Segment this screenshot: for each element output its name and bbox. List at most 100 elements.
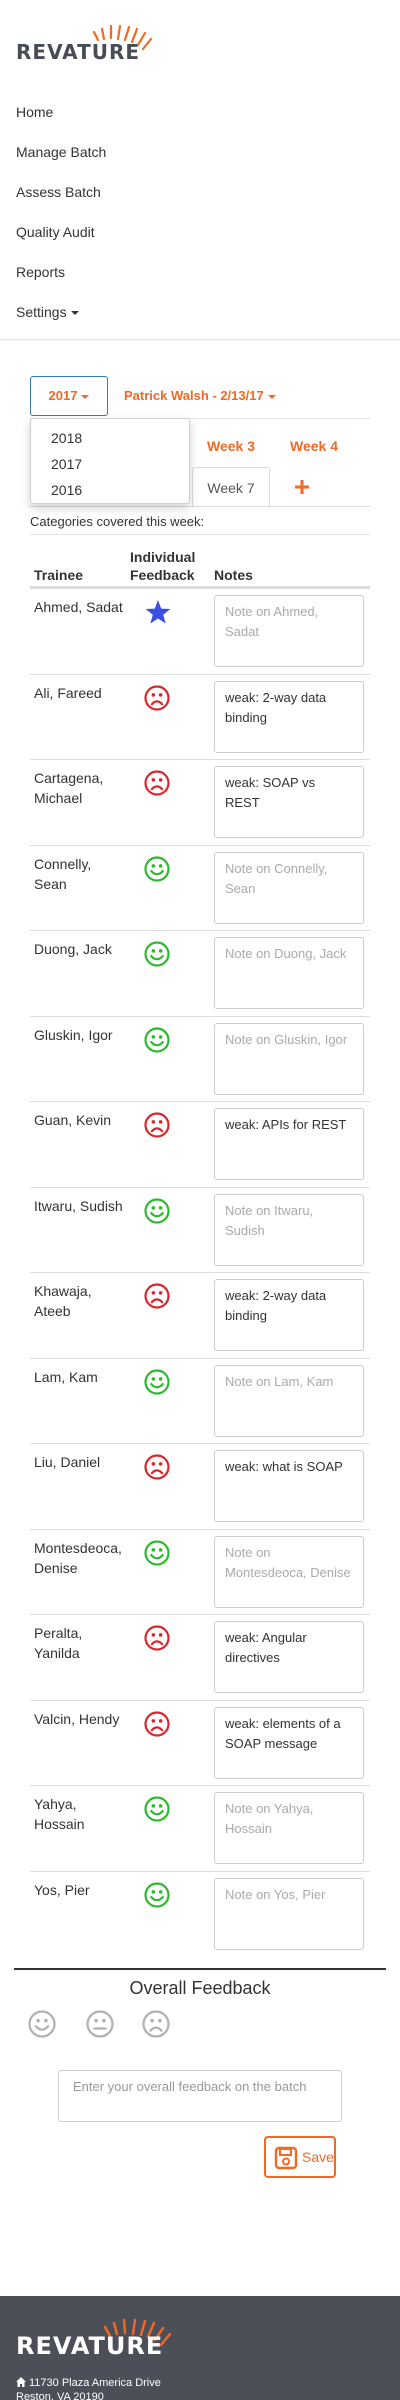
sad-face-icon[interactable] [144,1710,172,1739]
nav-label: Assess Batch [16,184,101,200]
trainee-note-input[interactable] [214,937,364,1009]
tabs-underline [30,506,370,507]
address-line-1: 11730 Plaza America Drive [29,2377,161,2389]
trainee-name: Ali, Fareed [34,684,102,701]
trainee-note-input[interactable]: weak: 2-way data binding [214,1279,364,1351]
trainee-name: Guan, Kevin [34,1112,112,1128]
overall-feedback-title: Overall Feedback [129,1978,271,1998]
trainee-name: Itwaru, Sudish [34,1197,123,1214]
trainee-note-input[interactable] [214,1877,364,1950]
nav-item-quality-audit[interactable]: Quality Audit [16,212,106,252]
smiley-face-icon[interactable] [144,1197,172,1226]
trainee-note-input[interactable] [214,1364,364,1437]
table-row: Cartagena, Michael weak: SOAP vs REST [30,759,370,845]
table-row: Lam, Kam [30,1357,370,1444]
nav-item-home[interactable]: Home [16,92,106,132]
year-option-2018[interactable]: 2018 [31,425,189,451]
batch-value: Patrick Walsh - 2/13/17 [124,388,264,403]
brand-logo[interactable]: REVATURE [16,18,156,64]
tab-week-3[interactable]: Week 3 [207,426,255,466]
smiley-face-icon[interactable] [28,2010,58,2040]
batch-dropdown-button[interactable]: Patrick Walsh - 2/13/17 [124,376,276,416]
trainee-note-input[interactable] [214,1193,364,1266]
year-option-2017[interactable]: 2017 [31,451,189,477]
smiley-face-icon[interactable] [144,1881,172,1910]
navbar: REVATURE Home Manage Batch Assess Batch … [0,0,400,340]
trainee-name: Yos, Pier [34,1881,90,1898]
caret-down-icon [70,311,79,316]
sad-face-icon[interactable] [144,1283,172,1311]
trainee-name: Cartagena, Michael [34,770,104,806]
year-option-2016[interactable]: 2016 [31,477,189,503]
footer: REVATURE 11730 Plaza America Drive Resto… [0,2296,400,2400]
save-button[interactable]: Save [264,2136,336,2178]
sad-face-icon[interactable] [142,2010,172,2040]
smiley-face-icon[interactable] [144,1368,172,1397]
trainee-note-input[interactable] [214,1022,364,1095]
smiley-face-icon[interactable] [144,1026,172,1055]
table-row: Guan, Kevin weak: APIs for REST [30,1101,370,1187]
nav-label: Manage Batch [16,144,107,160]
nav-label: Reports [16,264,66,280]
trainee-note-input[interactable] [214,595,364,667]
main-nav: Home Manage Batch Assess Batch Quality A… [16,92,106,332]
trainee-note-input[interactable]: weak: elements of a SOAP message [214,1706,364,1779]
trainee-name: Connelly, Sean [34,855,92,892]
table-row: Yos, Pier [30,1870,370,1957]
nav-item-manage-batch[interactable]: Manage Batch [16,132,106,172]
table-row: Ahmed, Sadat [30,588,370,674]
nav-item-assess-batch[interactable]: Assess Batch [16,172,106,212]
trainee-note-input[interactable] [214,851,364,924]
trainee-note-input[interactable]: weak: Angular directives [214,1621,364,1693]
year-dropdown-menu: 2018 2017 2016 [30,418,190,504]
table-row: Liu, Daniel weak: what is SOAP [30,1443,370,1529]
sad-face-icon[interactable] [144,1112,172,1140]
trainee-note-input[interactable]: weak: what is SOAP [214,1450,364,1522]
smiley-face-icon[interactable] [144,855,172,884]
year-dropdown-button[interactable]: 2017 [30,376,108,416]
trainee-name: Yahya, Hossain [34,1796,85,1832]
overall-feedback-input[interactable] [58,2070,342,2122]
table-row: Yahya, Hossain [30,1785,370,1871]
trainee-name: Khawaja, Ateeb [34,1283,92,1319]
trainee-name: Duong, Jack [34,941,112,957]
trainee-name: Liu, Daniel [34,1454,101,1470]
tab-label: Week 4 [290,438,338,454]
floppy-disk-icon [274,2146,298,2170]
home-icon [16,2377,26,2387]
tab-week-7[interactable]: Week 7 [192,467,270,507]
trainee-note-input[interactable]: weak: SOAP vs REST [214,766,364,838]
sad-face-icon[interactable] [144,684,172,713]
trainee-note-input[interactable] [214,1535,364,1608]
star-icon[interactable] [144,599,172,627]
header-notes: Notes [214,567,253,583]
nav-item-reports[interactable]: Reports [16,252,106,292]
neutral-face-icon[interactable] [86,2010,116,2040]
smiley-face-icon[interactable] [144,1539,172,1568]
add-week-button[interactable] [294,467,314,507]
nav-item-settings[interactable]: Settings [16,292,106,332]
sad-face-icon[interactable] [144,1625,172,1653]
trainee-name: Montesdeoca, Denise [34,1539,122,1576]
trainee-note-input[interactable]: weak: 2-way data binding [214,680,364,753]
smiley-face-icon[interactable] [144,1796,172,1824]
trainee-note-input[interactable]: weak: APIs for REST [214,1108,364,1180]
smiley-face-icon[interactable] [144,941,172,969]
save-label: Save [302,2149,334,2165]
tab-week-4[interactable]: Week 4 [290,426,338,466]
caret-down-icon [81,394,90,399]
trainee-note-input[interactable] [214,1792,364,1864]
categories-label: Categories covered this week: [30,514,205,529]
nav-label: Home [16,104,54,120]
divider [30,534,370,535]
footer-logo[interactable]: REVATURE [16,2310,176,2360]
trainee-name: Gluskin, Igor [34,1026,113,1043]
tab-label: Week 7 [207,480,255,496]
table-row: Valcin, Hendy weak: elements of a SOAP m… [30,1699,370,1786]
table-row: Connelly, Sean [30,844,370,931]
table-row: Duong, Jack [30,930,370,1016]
header-trainee: Trainee [34,567,84,583]
table-row: Ali, Fareed weak: 2-way data binding [30,673,370,760]
sad-face-icon[interactable] [144,770,172,798]
sad-face-icon[interactable] [144,1454,172,1482]
